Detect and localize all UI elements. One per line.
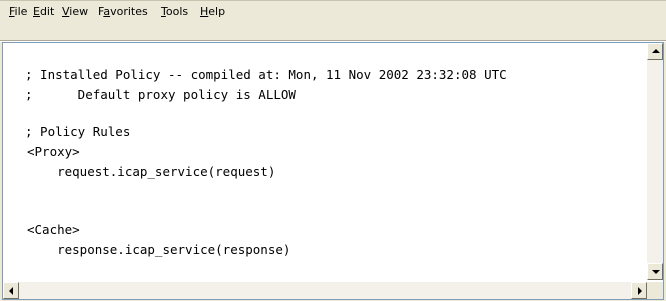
scroll-up-button[interactable] <box>647 43 663 60</box>
scroll-left-arrow-icon <box>9 287 13 295</box>
policy-header-line: ; Installed Policy -- compiled at: Mon, … <box>25 67 507 82</box>
menu-file[interactable]: File <box>9 5 27 18</box>
proxy-rule-line: request.icap_service(request) <box>27 164 276 179</box>
scroll-down-button[interactable] <box>647 263 663 280</box>
scroll-up-arrow-icon <box>652 49 660 53</box>
menu-bar: File Edit View Favorites Tools Help <box>0 0 666 22</box>
menu-view[interactable]: View <box>62 5 88 18</box>
proxy-tag-line: <Proxy> <box>27 144 80 159</box>
cache-tag-line: <Cache> <box>27 222 80 237</box>
policy-default-line: ; Default proxy policy is ALLOW <box>25 87 296 102</box>
document-content[interactable]: ; Installed Policy -- compiled at: Mon, … <box>3 43 647 280</box>
scroll-left-button[interactable] <box>3 282 19 299</box>
scrollbar-corner <box>647 282 663 299</box>
scroll-right-arrow-icon <box>638 287 642 295</box>
scroll-right-button[interactable] <box>631 282 647 299</box>
document-frame: ; Installed Policy -- compiled at: Mon, … <box>2 42 664 300</box>
menu-help[interactable]: Help <box>200 5 225 18</box>
horizontal-scrollbar[interactable] <box>3 282 647 299</box>
menu-edit[interactable]: Edit <box>33 5 54 18</box>
menu-tools[interactable]: Tools <box>161 5 188 18</box>
menu-favorites[interactable]: Favorites <box>98 5 148 18</box>
vertical-scrollbar[interactable] <box>647 43 663 280</box>
cache-rule-line: response.icap_service(response) <box>27 242 291 257</box>
scroll-down-arrow-icon <box>652 270 660 274</box>
policy-rules-line: ; Policy Rules <box>25 124 131 139</box>
